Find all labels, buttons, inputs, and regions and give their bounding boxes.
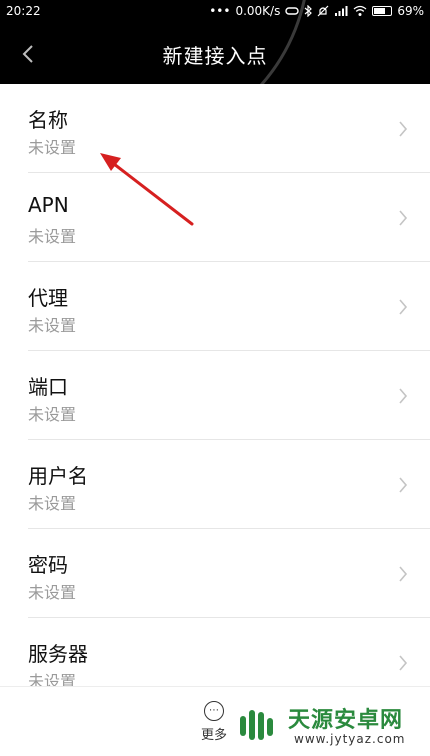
header: 20:22 ••• 0.00K/s 69% 新建接入点 [0, 0, 430, 84]
watermark-url: www.jytyaz.com [294, 732, 406, 746]
setting-value: 未设置 [28, 405, 77, 424]
notification-dots: ••• [209, 4, 231, 18]
setting-item-username[interactable]: 用户名 未设置 [0, 440, 430, 529]
page-title: 新建接入点 [162, 44, 268, 68]
setting-label: 用户名 [28, 464, 88, 488]
setting-label: 密码 [28, 553, 68, 577]
setting-item-port[interactable]: 端口 未设置 [0, 351, 430, 440]
setting-label: 代理 [28, 286, 68, 310]
battery-percent: 69% [397, 4, 424, 18]
chevron-right-icon [399, 210, 408, 226]
chevron-right-icon [399, 566, 408, 582]
battery-icon [372, 6, 393, 16]
setting-value: 未设置 [28, 227, 77, 246]
setting-item-password[interactable]: 密码 未设置 [0, 529, 430, 618]
setting-value: 未设置 [28, 138, 77, 157]
setting-item-name[interactable]: 名称 未设置 [0, 84, 430, 173]
status-indicators: ••• 0.00K/s 69% [209, 4, 424, 18]
chevron-right-icon [399, 388, 408, 404]
watermark-name: 天源安卓网 [288, 708, 404, 733]
android-logo-icon [240, 710, 273, 740]
setting-item-apn[interactable]: APN 未设置 [0, 173, 430, 262]
chevron-right-icon [399, 477, 408, 493]
mute-icon [317, 5, 329, 17]
setting-label: 服务器 [28, 642, 88, 666]
setting-label: 端口 [28, 375, 68, 399]
network-speed: 0.00K/s [235, 4, 281, 18]
setting-label: 名称 [28, 108, 68, 132]
bluetooth-icon [304, 5, 313, 17]
more-button[interactable]: ⋯ 更多 [190, 701, 238, 749]
wifi-icon [353, 5, 367, 16]
headset-icon [285, 7, 300, 15]
setting-item-proxy[interactable]: 代理 未设置 [0, 262, 430, 351]
setting-value: 未设置 [28, 494, 77, 513]
more-label: 更多 [200, 728, 227, 743]
signal-icon [335, 6, 348, 16]
more-icon: ⋯ [204, 701, 224, 721]
status-bar: 20:22 ••• 0.00K/s 69% [0, 0, 430, 24]
status-time: 20:22 [6, 4, 41, 18]
setting-label: APN [28, 193, 69, 217]
watermark: 天源安卓网 www.jytyaz.com [236, 700, 426, 752]
chevron-right-icon [399, 655, 408, 671]
apn-settings-list: 名称 未设置 APN 未设置 代理 未设置 端口 未设置 用户名 未设置 密码 … [0, 84, 430, 707]
chevron-right-icon [399, 121, 408, 137]
setting-value: 未设置 [28, 583, 77, 602]
setting-value: 未设置 [28, 316, 77, 335]
chevron-right-icon [399, 299, 408, 315]
